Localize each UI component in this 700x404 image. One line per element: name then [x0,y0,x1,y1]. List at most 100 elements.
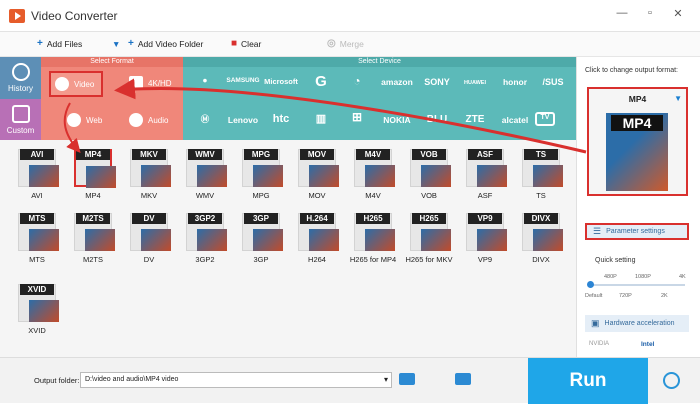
format-h264[interactable]: H.264 H264 [292,211,342,264]
brand-amazon[interactable]: amazon [375,77,419,87]
brand-htc[interactable]: htc [259,113,303,125]
title-bar: Video Converter — ▫ ✕ [0,0,700,32]
brand-microsoft[interactable]: Microsoft [259,77,303,86]
oneplus-icon[interactable]: ⊞ [335,110,379,124]
tick-4k: 4K [679,274,686,280]
app-logo-icon [9,9,25,23]
hardware-acceleration-button[interactable]: ▣ Hardware acceleration [585,315,689,332]
film-icon [141,229,171,251]
merge-button[interactable]: ◎ Merge [327,38,364,50]
sliders-icon: ☰ [593,226,602,236]
format-3gp[interactable]: 3GP 3GP [236,211,286,264]
alarm-clock-icon[interactable] [663,372,680,389]
close-button[interactable]: ✕ [668,7,688,23]
mp4-format-icon: MP4 [606,113,668,191]
format-icon-label: AVI [20,149,54,160]
format-icon-label: H265 [356,213,390,224]
format-wmv[interactable]: WMV WMV [180,147,230,200]
format-vp9[interactable]: VP9 VP9 [460,211,510,264]
lg-icon[interactable]: ◔ [335,74,379,88]
chevron-down-icon[interactable]: ▾ [384,375,388,384]
output-folder-label: Output folder: [34,376,80,385]
format-caption: MKV [140,191,158,200]
run-button[interactable]: Run [528,358,648,404]
format-ts[interactable]: TS TS [516,147,566,200]
brand-huawei[interactable]: HUAWEI [453,80,497,86]
maximize-button[interactable]: ▫ [640,7,660,23]
brand-asus[interactable]: /SUS [531,77,575,87]
film-icon [29,165,59,187]
format-m4v[interactable]: M4V M4V [348,147,398,200]
format-h265-for-mkv[interactable]: H265 H265 for MKV [404,211,454,264]
history-tab[interactable]: History [0,57,41,99]
output-panel: Click to change output format: MP4 ▼ MP4… [576,57,700,357]
format-h265-for-mp4[interactable]: H265 H265 for MP4 [348,211,398,264]
tv-icon[interactable]: TV [535,112,555,126]
format-icon-label: VP9 [468,213,502,224]
film-icon [141,165,171,187]
quality-slider[interactable] [587,281,685,288]
video-category-button[interactable]: Video [49,71,103,97]
film-icon [29,300,59,322]
clear-button[interactable]: ■ Clear [231,39,261,50]
format-mkv[interactable]: MKV MKV [124,147,174,200]
merge-icon: ◎ [327,38,336,49]
output-format-selector[interactable]: MP4 ▼ MP4 [587,87,688,196]
tick-480p: 480P [604,274,617,280]
format-divx[interactable]: DIVX DIVX [516,211,566,264]
format-caption: TS [536,191,546,200]
format-m2ts[interactable]: M2TS M2TS [68,211,118,264]
film-icon [421,165,451,187]
browse-folder-icon[interactable] [399,373,415,385]
select-device-panel: Select Device ● SAMSUNG Microsoft G ◔ am… [183,57,576,140]
tick-1080p: 1080P [635,274,651,280]
add-video-folder-button[interactable]: + Add Video Folder [128,39,203,50]
film-icon [477,229,507,251]
chevron-down-icon: ▼ [112,39,121,49]
format-mts[interactable]: MTS MTS [12,211,62,264]
add-files-label: Add Files [46,39,83,49]
format-asf[interactable]: ASF ASF [460,147,510,200]
bottom-bar: Output folder: D:\video and audio\MP4 vi… [0,357,700,404]
audio-category-button[interactable]: Audio [129,113,168,127]
format-3gp2[interactable]: 3GP2 3GP2 [180,211,230,264]
tick-default: Default [585,293,603,299]
format-mov[interactable]: MOV MOV [292,147,342,200]
format-icon-label: M4V [356,149,390,160]
film-icon [477,165,507,187]
output-format-name: MP4 [628,94,647,104]
add-files-button[interactable]: + Add Files [37,39,83,50]
format-icon-label: MPG [244,149,278,160]
film-icon [197,165,227,187]
format-icon-label: XVID [20,284,54,295]
toolbar: + Add Files ▼ + Add Video Folder ■ Clear ◎ M… [0,32,700,57]
format-caption: 3GP2 [195,255,215,264]
4k-hd-category-button[interactable]: 4K/HD [129,76,172,90]
open-output-folder-icon[interactable] [455,373,471,385]
film-icon [85,229,115,251]
format-mpg[interactable]: MPG MPG [236,147,286,200]
history-label: History [8,84,33,93]
film-icon [197,229,227,251]
4k-label: 4K/HD [148,78,172,88]
brand-zte[interactable]: ZTE [453,114,497,125]
brand-nokia[interactable]: NOKIA [375,115,419,125]
custom-tab[interactable]: Custom [0,99,41,140]
add-files-dropdown[interactable]: ▼ [112,39,120,49]
output-folder-input[interactable]: D:\video and audio\MP4 video ▾ [80,372,392,388]
format-icon-label: TS [524,149,558,160]
format-vob[interactable]: VOB VOB [404,147,454,200]
format-icon-label: MOV [300,149,334,160]
web-category-button[interactable]: Web [67,113,102,127]
parameter-settings-button[interactable]: ☰ Parameter settings [585,223,689,240]
format-avi[interactable]: AVI AVI [12,147,62,200]
film-icon [309,229,339,251]
play-icon [55,77,69,91]
format-caption: MPG [252,191,270,200]
format-xvid[interactable]: XVID XVID [12,282,62,335]
format-mp4[interactable]: MP4 MP4 [68,147,118,200]
brand-alcatel[interactable]: alcatel [493,115,537,125]
slider-knob[interactable] [587,281,594,288]
format-dv[interactable]: DV DV [124,211,174,264]
minimize-button[interactable]: — [612,7,632,23]
